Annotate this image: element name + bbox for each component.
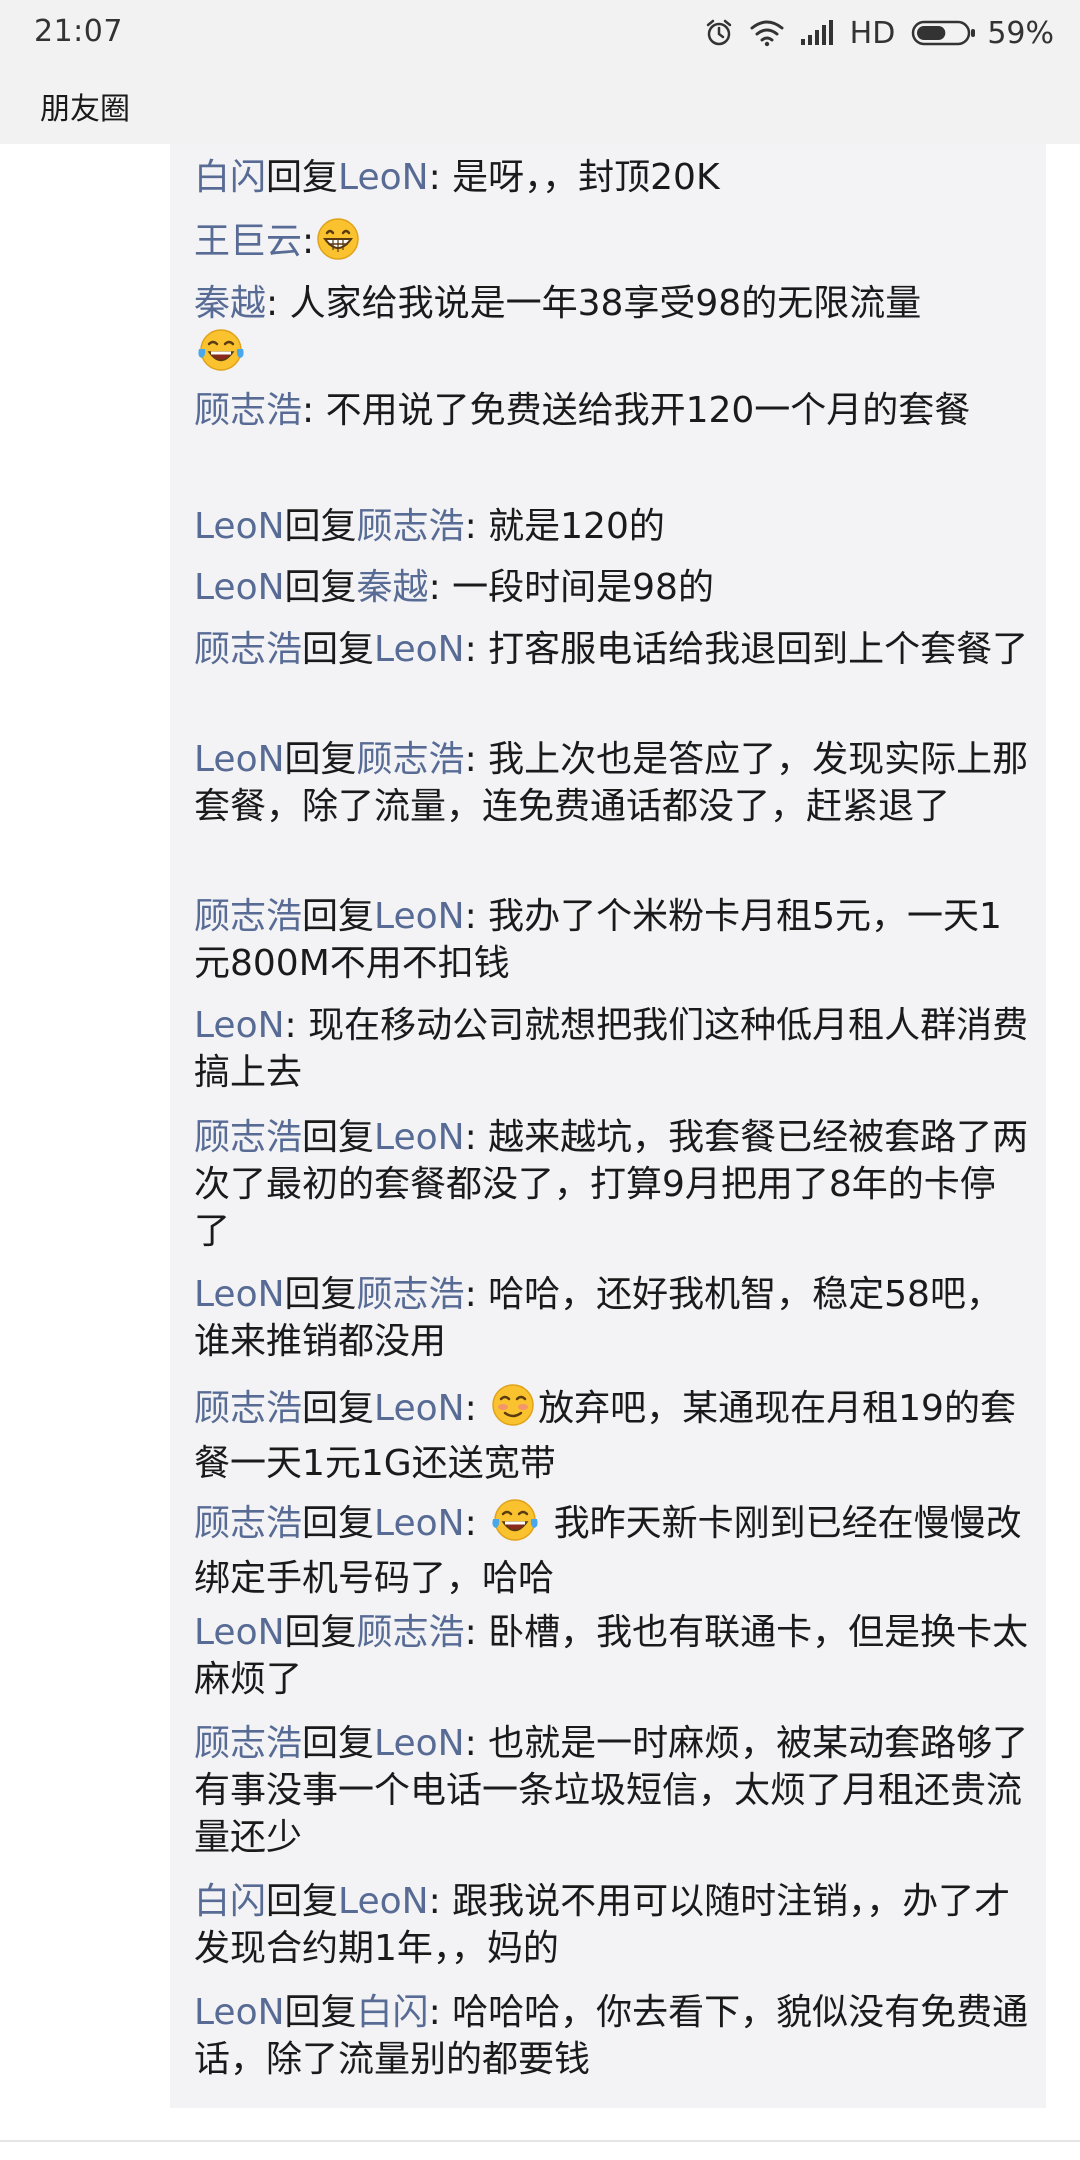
comment-author[interactable]: LeoN	[194, 1274, 285, 1315]
reply-word: 回复	[302, 896, 375, 937]
battery-icon	[911, 19, 977, 47]
comment-author[interactable]: LeoN	[194, 506, 285, 547]
signal-icon	[800, 19, 834, 47]
reply-word: 回复	[266, 157, 339, 198]
comment-text: : 现在移动公司就想把我们这种低月租人群消费搞上去	[194, 1005, 1029, 1093]
comment-author[interactable]: 顾志浩	[194, 629, 302, 670]
comment-item: LeoN回复秦越: 一段时间是98的	[194, 564, 1030, 611]
comment-item: 顾志浩回复LeoN: 我昨天新卡刚到已经在慢慢改绑定手机号码了，哈哈	[194, 1497, 1030, 1602]
comment-author[interactable]: LeoN	[194, 1612, 285, 1653]
reply-target[interactable]: LeoN	[374, 1388, 465, 1429]
grinning-emoji-icon	[316, 217, 360, 273]
comment-item: LeoN回复顾志浩: 哈哈，还好我机智，稳定58吧，谁来推销都没用	[194, 1271, 1030, 1365]
reply-word: 回复	[302, 1388, 375, 1429]
comment-author[interactable]: 顾志浩	[194, 1723, 302, 1764]
reply-word: 回复	[266, 1881, 339, 1922]
reply-target[interactable]: LeoN	[374, 1723, 465, 1764]
reply-word: 回复	[284, 506, 357, 547]
comment-author[interactable]: 顾志浩	[194, 1117, 302, 1158]
reply-target[interactable]: LeoN	[338, 157, 429, 198]
battery-percentage: 59%	[987, 15, 1054, 51]
comment-text: : 就是120的	[464, 506, 665, 547]
comment-text: : 一段时间是98的	[428, 567, 714, 608]
reply-target[interactable]: LeoN	[338, 1881, 429, 1922]
comment-item: 顾志浩回复LeoN: 我办了个米粉卡月租5元，一天1元800M不用不扣钱	[194, 893, 1030, 987]
reply-word: 回复	[302, 1723, 375, 1764]
status-bar: 21:07 HD 59%	[0, 0, 1080, 66]
reply-word: 回复	[302, 1117, 375, 1158]
reply-target[interactable]: LeoN	[374, 1117, 465, 1158]
comment-item: 顾志浩回复LeoN: 也就是一时麻烦，被某动套路够了有事没事一个电话一条垃圾短信…	[194, 1720, 1030, 1861]
comment-item: LeoN回复白闪: 哈哈哈，你去看下，貌似没有免费通话，除了流量别的都要钱	[194, 1989, 1030, 2083]
comments-panel: 白闪回复LeoN: 是呀，，封顶20K 王巨云: 秦越: 人家给我说是一年38享…	[170, 144, 1046, 2108]
reply-word: 回复	[302, 629, 375, 670]
comment-item: 顾志浩回复LeoN: 放弃吧，某通现在月租19的套餐一天1元1G还送宽带	[194, 1382, 1030, 1487]
reply-target[interactable]: LeoN	[374, 1503, 465, 1544]
comment-item: 王巨云:	[194, 217, 1030, 273]
comment-author[interactable]: 顾志浩	[194, 896, 302, 937]
wifi-icon	[750, 19, 784, 47]
reply-target[interactable]: 顾志浩	[357, 739, 465, 780]
comment-item: 白闪回复LeoN: 是呀，，封顶20K	[194, 154, 1030, 201]
reply-word: 回复	[284, 1612, 357, 1653]
status-time: 21:07	[34, 14, 123, 49]
reply-target[interactable]: 顾志浩	[357, 1612, 465, 1653]
alarm-icon	[704, 18, 734, 48]
page-title: 朋友圈	[40, 92, 130, 127]
comment-author[interactable]: 秦越	[194, 283, 266, 324]
comment-item: LeoN回复顾志浩: 我上次也是答应了，发现实际上那套餐，除了流量，连免费通话都…	[194, 736, 1030, 830]
bottom-divider	[0, 2140, 1080, 2142]
reply-target[interactable]: LeoN	[374, 896, 465, 937]
comment-text: : 人家给我说是一年38享受98的无限流量	[266, 283, 922, 324]
comment-item: LeoN: 现在移动公司就想把我们这种低月租人群消费搞上去	[194, 1002, 1030, 1096]
comment-author[interactable]: 顾志浩	[194, 1388, 302, 1429]
network-type-label: HD	[849, 15, 896, 51]
comment-item: 顾志浩: 不用说了免费送给我开120一个月的套餐	[194, 387, 1030, 434]
comment-text: :	[302, 221, 315, 262]
title-bar: 朋友圈	[0, 66, 1080, 144]
comment-author[interactable]: 白闪	[194, 157, 266, 198]
status-icons: HD 59%	[688, 10, 1054, 56]
comment-item: 白闪回复LeoN: 跟我说不用可以随时注销，，办了才发现合约期1年，，妈的	[194, 1878, 1030, 1972]
comment-author[interactable]: LeoN	[194, 1005, 285, 1046]
comment-text: : 打客服电话给我退回到上个套餐了	[464, 629, 1029, 670]
comment-prefix: :	[464, 1388, 489, 1429]
tears-of-joy-emoji-icon	[490, 1497, 540, 1555]
reply-target[interactable]: LeoN	[374, 629, 465, 670]
comment-author[interactable]: LeoN	[194, 567, 285, 608]
flushed-smile-emoji-icon	[490, 1382, 536, 1440]
comment-item: 顾志浩回复LeoN: 越来越坑，我套餐已经被套路了两次了最初的套餐都没了，打算9…	[194, 1114, 1030, 1255]
comment-author[interactable]: 顾志浩	[194, 1503, 302, 1544]
comment-prefix: :	[464, 1503, 489, 1544]
comment-item: 秦越: 人家给我说是一年38享受98的无限流量	[194, 280, 1030, 385]
comment-item: LeoN回复顾志浩: 就是120的	[194, 503, 1030, 550]
reply-target[interactable]: 秦越	[357, 567, 429, 608]
comment-item: LeoN回复顾志浩: 卧槽，我也有联通卡，但是换卡太麻烦了	[194, 1609, 1030, 1703]
tears-of-joy-emoji-icon	[196, 327, 246, 385]
reply-word: 回复	[284, 567, 357, 608]
reply-word: 回复	[284, 1274, 357, 1315]
reply-word: 回复	[302, 1503, 375, 1544]
reply-word: 回复	[284, 739, 357, 780]
comment-item: 顾志浩回复LeoN: 打客服电话给我退回到上个套餐了	[194, 626, 1030, 673]
reply-target[interactable]: 白闪	[357, 1992, 429, 2033]
comment-author[interactable]: LeoN	[194, 1992, 285, 2033]
comment-author[interactable]: 王巨云	[194, 221, 302, 262]
comment-author[interactable]: 白闪	[194, 1881, 266, 1922]
comment-author[interactable]: LeoN	[194, 739, 285, 780]
reply-target[interactable]: 顾志浩	[357, 506, 465, 547]
comment-author[interactable]: 顾志浩	[194, 390, 302, 431]
reply-word: 回复	[284, 1992, 357, 2033]
reply-target[interactable]: 顾志浩	[357, 1274, 465, 1315]
comment-text: : 是呀，，封顶20K	[428, 157, 720, 198]
comment-text: : 不用说了免费送给我开120一个月的套餐	[302, 390, 971, 431]
